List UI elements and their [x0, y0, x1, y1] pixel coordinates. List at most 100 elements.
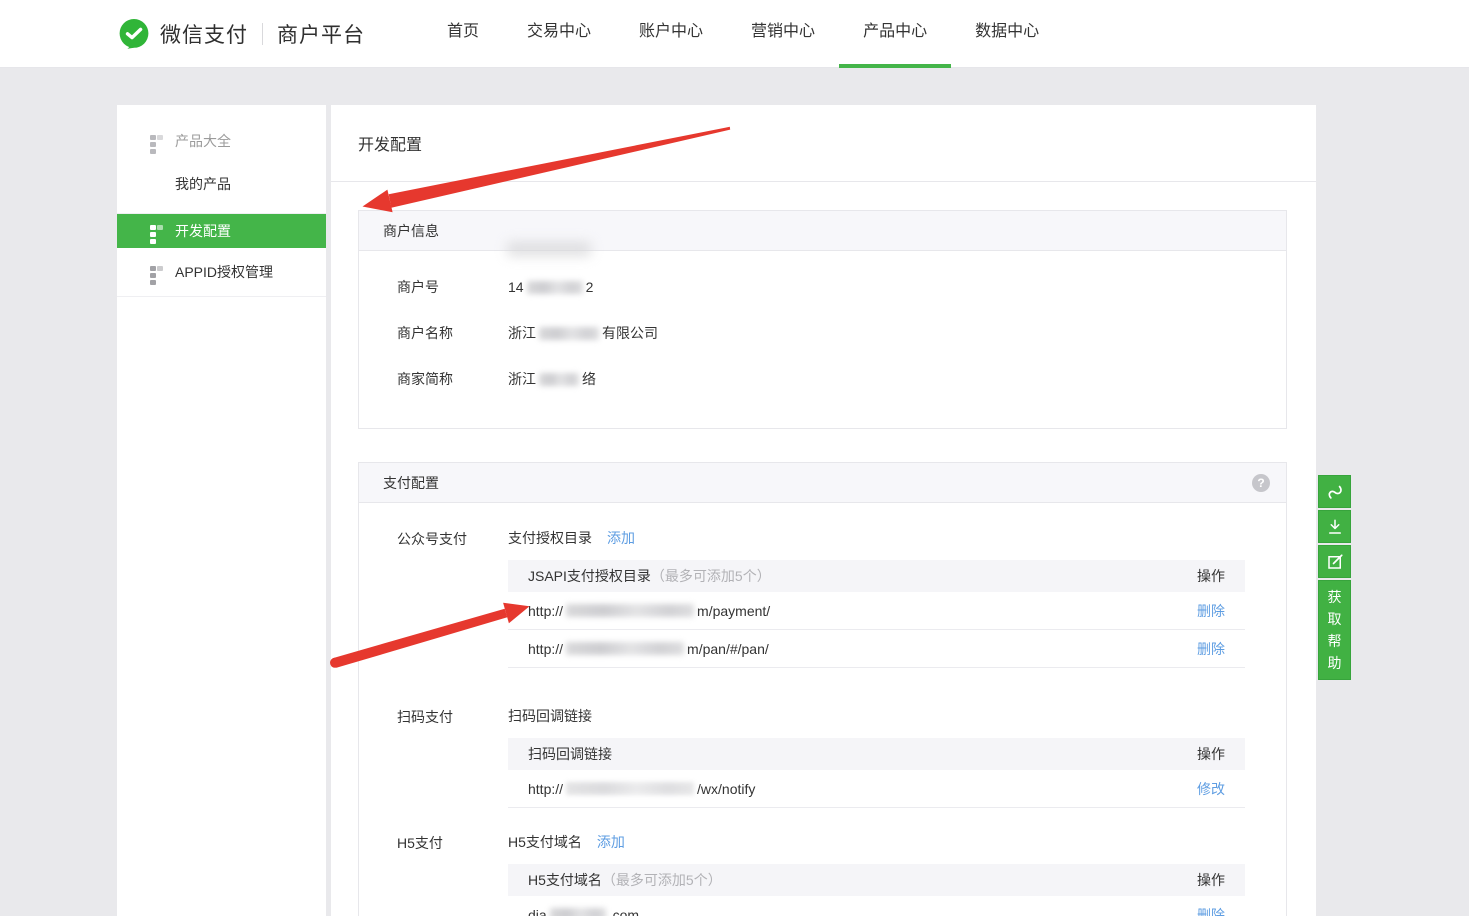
url-suffix: m/pan/#/pan/: [687, 641, 769, 657]
page-title: 开发配置: [331, 105, 1316, 182]
table-title-note: （最多可添加5个）: [602, 872, 722, 888]
nav-data-center[interactable]: 数据中心: [951, 0, 1063, 68]
url-prefix: dia: [528, 907, 547, 916]
main-nav: 首页 交易中心 账户中心 营销中心 产品中心 数据中心: [423, 0, 1063, 68]
grid-icon: [150, 266, 163, 279]
wechat-pay-merchant-platform: 微信支付 商户平台 首页 交易中心 账户中心 营销中心 产品中心 数据中心 产品…: [0, 0, 1469, 916]
sublabel: 支付授权目录: [508, 528, 592, 548]
table-title: 扫码回调链接: [528, 744, 612, 764]
floating-toolbar: 获取帮助: [1318, 475, 1351, 680]
wechat-pay-logo-icon: [117, 17, 151, 51]
nav-account-center[interactable]: 账户中心: [615, 0, 727, 68]
sidebar-group-label: 产品大全: [175, 131, 231, 151]
payment-config-title: 支付配置: [383, 473, 439, 493]
value-prefix: 14: [508, 279, 524, 295]
nav-marketing-center[interactable]: 营销中心: [727, 0, 839, 68]
value-suffix: 有限公司: [602, 323, 658, 343]
download-button[interactable]: [1318, 510, 1351, 543]
sidebar-item-appid-auth[interactable]: APPID授权管理: [117, 248, 326, 296]
action-column-header: 操作: [1197, 744, 1225, 764]
block-content: 支付授权目录 添加 JSAPI支付授权目录（最多可添加5个） 操作: [508, 528, 1245, 668]
delete-link[interactable]: 删除: [1197, 601, 1225, 621]
sidebar-item-my-products[interactable]: 我的产品: [117, 164, 326, 213]
merchant-info-header: 商户信息: [359, 211, 1286, 251]
url-suffix: m/payment/: [697, 603, 770, 619]
table-header-row: JSAPI支付授权目录（最多可添加5个） 操作: [508, 560, 1245, 592]
delete-link[interactable]: 删除: [1197, 905, 1225, 916]
block-label: 公众号支付: [397, 528, 508, 668]
redacted-segment: [566, 782, 694, 795]
payment-config-box: 支付配置 ? 公众号支付 支付授权目录 添加: [358, 462, 1287, 916]
feedback-edit-icon: [1326, 553, 1344, 571]
table-header-title: JSAPI支付授权目录（最多可添加5个）: [528, 566, 771, 586]
h5-domain-table: H5支付域名（最多可添加5个） 操作 dia .com: [508, 864, 1245, 916]
auth-dir-row: http:// m/payment/ 删除: [508, 592, 1245, 630]
brand-logo[interactable]: 微信支付 商户平台: [117, 17, 365, 51]
link-button[interactable]: [1318, 475, 1351, 508]
block-subheader: H5支付域名 添加: [508, 832, 1245, 852]
block-official-account-pay: 公众号支付 支付授权目录 添加 JSAPI支付授权目录（最多可添加5个）: [397, 528, 1245, 668]
sidebar-item-dev-config[interactable]: 开发配置: [117, 214, 326, 248]
redacted-segment: [539, 327, 599, 340]
merchant-info-box: 商户信息 商户号 14 2 商户名称: [358, 210, 1287, 429]
url-prefix: http://: [528, 603, 563, 619]
jsapi-auth-dir-table: JSAPI支付授权目录（最多可添加5个） 操作 http:// m: [508, 560, 1245, 668]
feedback-button[interactable]: [1318, 545, 1351, 578]
url-prefix: http://: [528, 781, 563, 797]
auth-dir-url: http:// m/payment/: [528, 603, 770, 619]
auth-dir-row: http:// m/pan/#/pan/ 删除: [508, 630, 1245, 668]
block-content: 扫码回调链接 扫码回调链接 操作 http://: [508, 706, 1245, 808]
table-header-row: 扫码回调链接 操作: [508, 738, 1245, 770]
sidebar-item-label: 开发配置: [175, 221, 231, 241]
download-icon: [1326, 518, 1344, 536]
action-column-header: 操作: [1197, 870, 1225, 890]
merchant-info-body: 商户号 14 2 商户名称 浙江: [359, 251, 1286, 428]
grid-icon: [150, 225, 163, 238]
block-label: H5支付: [397, 832, 508, 916]
value-prefix: 浙江: [508, 369, 536, 389]
redacted-segment: [566, 642, 684, 655]
redacted-segment: [527, 281, 583, 294]
field-value: 浙江 有限公司: [508, 323, 658, 343]
block-label: 扫码支付: [397, 706, 508, 808]
modify-link[interactable]: 修改: [1197, 779, 1225, 799]
add-h5-domain-link[interactable]: 添加: [597, 832, 625, 852]
help-icon[interactable]: ?: [1252, 474, 1270, 492]
grid-icon: [150, 135, 163, 148]
brand-title: 微信支付: [160, 19, 248, 49]
nav-product-center[interactable]: 产品中心: [839, 0, 951, 68]
h5-domain-row: dia .com 删除: [508, 896, 1245, 916]
table-header-row: H5支付域名（最多可添加5个） 操作: [508, 864, 1245, 896]
block-subheader: 扫码回调链接: [508, 706, 1245, 726]
table-title: H5支付域名: [528, 872, 602, 888]
h5-domain: dia .com: [528, 907, 639, 916]
payment-config-header: 支付配置 ?: [359, 463, 1286, 503]
merchant-info-title: 商户信息: [383, 221, 439, 241]
value-suffix: 2: [586, 279, 594, 295]
payment-config-body: 公众号支付 支付授权目录 添加 JSAPI支付授权目录（最多可添加5个）: [359, 503, 1286, 916]
scan-callback-row: http:// /wx/notify 修改: [508, 770, 1245, 808]
sidebar-item-label: APPID授权管理: [175, 262, 273, 282]
sidebar-divider: [117, 296, 326, 297]
portal-name: 商户平台: [277, 19, 365, 49]
field-merchant-short-name: 商家简称 浙江 络: [359, 356, 1286, 402]
sublabel: H5支付域名: [508, 832, 582, 852]
get-help-button[interactable]: 获取帮助: [1318, 580, 1351, 680]
sidebar-group-products[interactable]: 产品大全: [117, 105, 326, 164]
redacted-segment: [566, 604, 694, 617]
table-title-note: （最多可添加5个）: [651, 568, 771, 584]
value-prefix: 浙江: [508, 323, 536, 343]
url-prefix: http://: [528, 641, 563, 657]
nav-home[interactable]: 首页: [423, 0, 503, 68]
url-suffix: .com: [609, 907, 639, 916]
delete-link[interactable]: 删除: [1197, 639, 1225, 659]
auth-dir-url: http:// m/pan/#/pan/: [528, 641, 769, 657]
redacted-segment: [539, 373, 579, 386]
field-value: 14 2: [508, 279, 593, 295]
add-auth-dir-link[interactable]: 添加: [607, 528, 635, 548]
block-content: H5支付域名 添加 H5支付域名（最多可添加5个） 操作: [508, 832, 1245, 916]
nav-transaction-center[interactable]: 交易中心: [503, 0, 615, 68]
scan-callback-table: 扫码回调链接 操作 http:// /wx/notify: [508, 738, 1245, 808]
redacted-segment: [550, 908, 606, 916]
brand-separator: [262, 23, 263, 45]
